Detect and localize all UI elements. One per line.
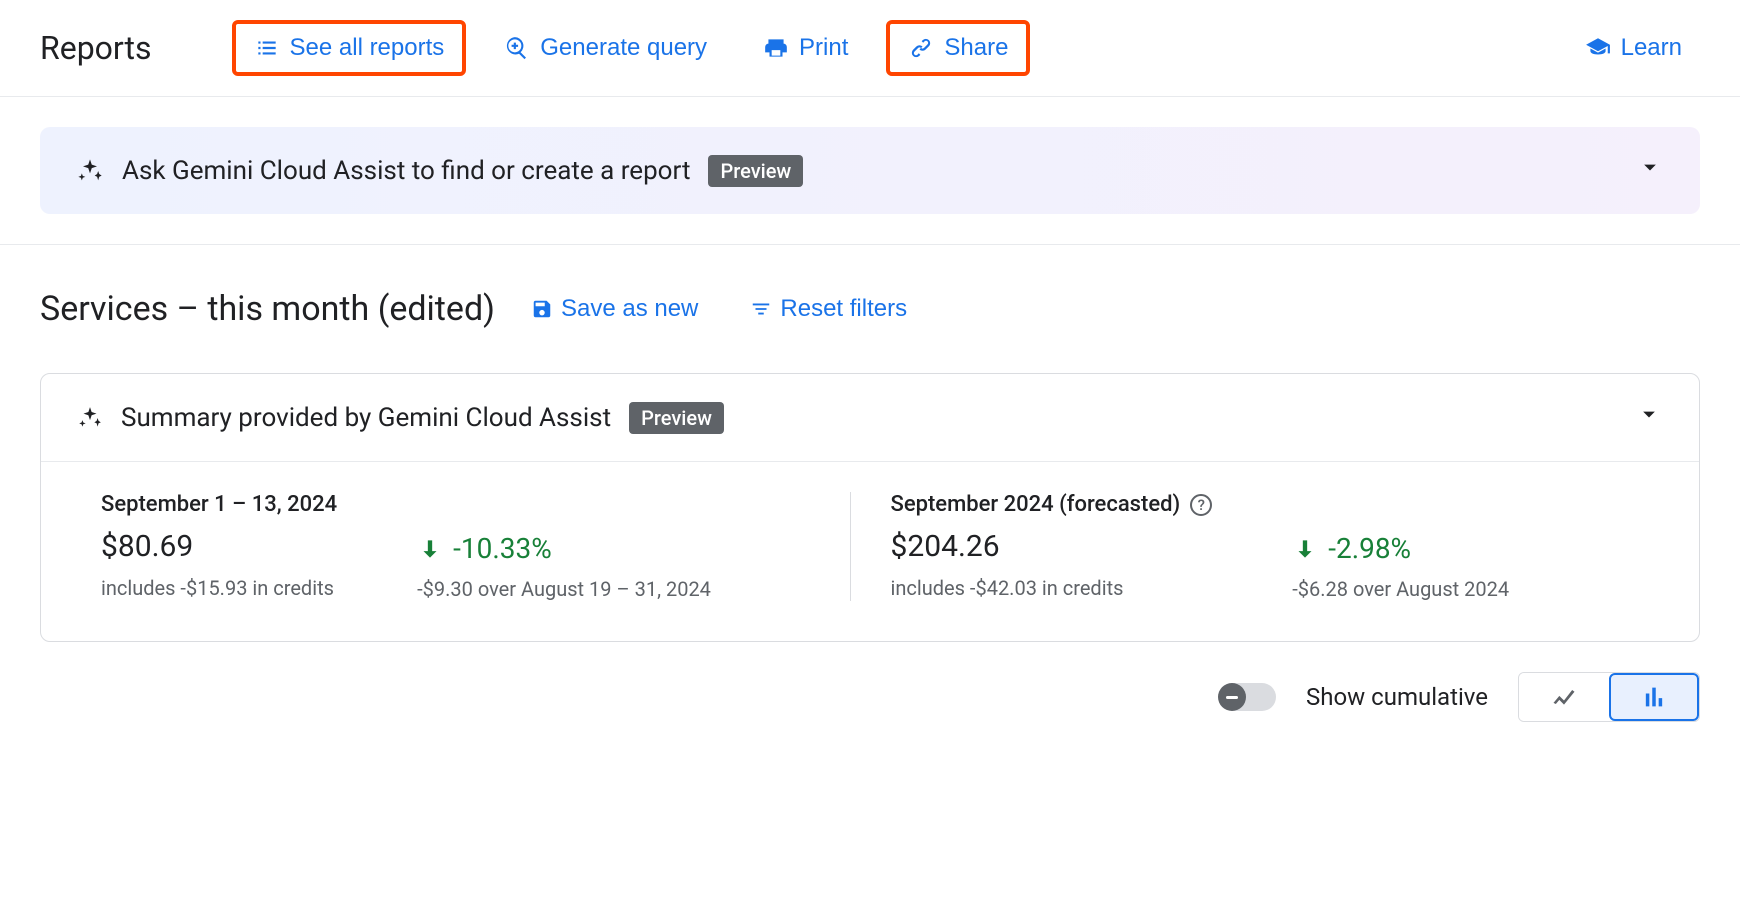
generate-query-label: Generate query — [540, 34, 707, 62]
stat-period-forecast-text: September 2024 (forecasted) — [891, 492, 1181, 517]
stat-credits-current: includes -$15.93 in credits — [101, 576, 337, 600]
stat-col-forecast: September 2024 (forecasted) ? $204.26 in… — [850, 492, 1640, 601]
see-all-reports-label: See all reports — [290, 34, 445, 62]
bar-chart-button[interactable] — [1609, 673, 1699, 721]
arrow-down-icon — [417, 536, 443, 562]
stat-delta-forecast: -2.98% — [1292, 532, 1509, 565]
stat-delta-current: -10.33% — [417, 532, 711, 565]
help-icon[interactable]: ? — [1190, 494, 1212, 516]
stat-delta-sub-forecast: -$6.28 over August 2024 — [1292, 577, 1509, 601]
chart-type-switch — [1518, 672, 1700, 722]
see-all-reports-button[interactable]: See all reports — [232, 20, 467, 76]
print-label: Print — [799, 34, 848, 62]
page-title: Reports — [40, 29, 152, 67]
footer-controls: Show cumulative — [0, 642, 1740, 752]
share-button[interactable]: Share — [886, 20, 1030, 76]
preview-badge: Preview — [708, 155, 803, 187]
learn-icon — [1585, 35, 1611, 61]
gemini-banner-text: Ask Gemini Cloud Assist to find or creat… — [122, 156, 690, 186]
stat-amount-forecast: $204.26 — [891, 529, 1213, 564]
stat-period-current: September 1 – 13, 2024 — [101, 492, 337, 517]
print-icon — [763, 35, 789, 61]
preview-badge: Preview — [629, 402, 724, 434]
stat-credits-forecast: includes -$42.03 in credits — [891, 576, 1213, 600]
gemini-banner[interactable]: Ask Gemini Cloud Assist to find or creat… — [40, 127, 1700, 214]
save-icon — [531, 298, 553, 320]
show-cumulative-toggle[interactable] — [1220, 683, 1276, 711]
bar-chart-icon — [1640, 683, 1668, 711]
line-chart-icon — [1550, 683, 1578, 711]
show-cumulative-label: Show cumulative — [1306, 683, 1488, 711]
summary-card-title: Summary provided by Gemini Cloud Assist — [121, 403, 611, 433]
report-title-row: Services – this month (edited) Save as n… — [40, 285, 1700, 333]
learn-label: Learn — [1621, 34, 1682, 62]
report-title: Services – this month (edited) — [40, 289, 495, 329]
arrow-down-icon — [1292, 536, 1318, 562]
line-chart-button[interactable] — [1519, 673, 1609, 721]
print-button[interactable]: Print — [745, 24, 866, 72]
stats-row: September 1 – 13, 2024 $80.69 includes -… — [41, 462, 1699, 641]
reset-filters-button[interactable]: Reset filters — [734, 285, 923, 333]
filter-reset-icon — [750, 298, 772, 320]
summary-card-header[interactable]: Summary provided by Gemini Cloud Assist … — [41, 374, 1699, 462]
share-label: Share — [944, 34, 1008, 62]
header-bar: Reports See all reports Generate query P… — [0, 0, 1740, 97]
save-as-new-button[interactable]: Save as new — [515, 285, 714, 333]
query-icon — [504, 35, 530, 61]
summary-card: Summary provided by Gemini Cloud Assist … — [40, 373, 1700, 642]
link-icon — [908, 35, 934, 61]
reset-filters-label: Reset filters — [780, 295, 907, 323]
learn-button[interactable]: Learn — [1567, 24, 1700, 72]
toggle-knob — [1218, 683, 1246, 711]
sparkle-icon — [76, 157, 104, 185]
stat-delta-sub-current: -$9.30 over August 19 – 31, 2024 — [417, 577, 711, 601]
chevron-down-icon[interactable] — [1636, 153, 1664, 188]
list-icon — [254, 35, 280, 61]
stat-amount-current: $80.69 — [101, 529, 337, 564]
generate-query-button[interactable]: Generate query — [486, 24, 725, 72]
save-as-new-label: Save as new — [561, 295, 698, 323]
stat-delta-pct-current: -10.33% — [453, 532, 552, 565]
stat-col-current: September 1 – 13, 2024 $80.69 includes -… — [101, 492, 850, 601]
sparkle-icon — [77, 405, 103, 431]
chevron-down-icon[interactable] — [1635, 400, 1663, 435]
stat-period-forecast: September 2024 (forecasted) ? — [891, 492, 1213, 517]
stat-delta-pct-forecast: -2.98% — [1328, 532, 1411, 565]
